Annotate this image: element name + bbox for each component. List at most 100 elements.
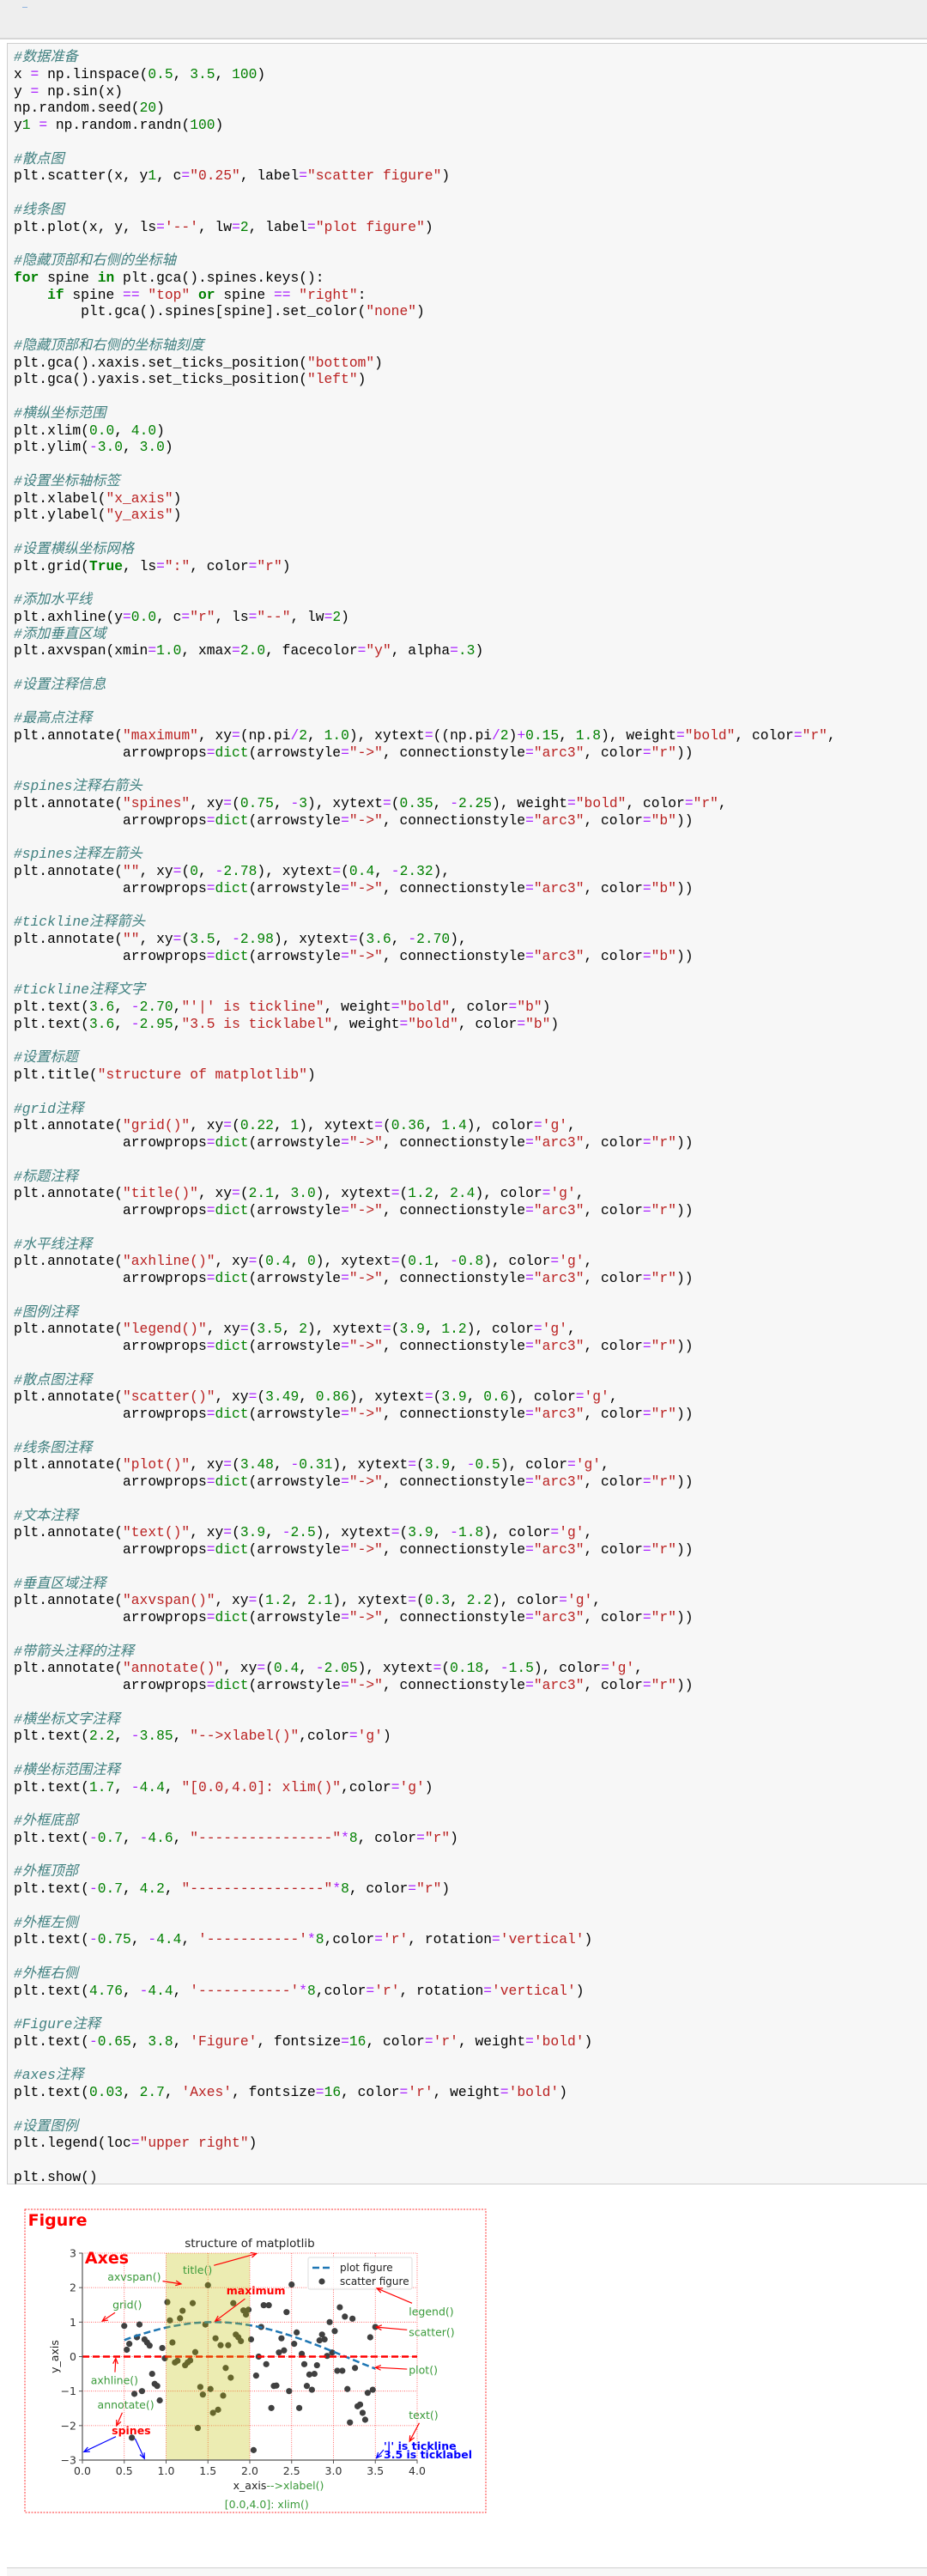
code-line[interactable]: #横坐标文字注释 — [8, 1711, 927, 1728]
code-line[interactable] — [8, 1084, 927, 1101]
code-line[interactable]: #axes注释 — [8, 2067, 927, 2084]
code-line[interactable] — [8, 388, 927, 405]
code-line[interactable]: plt.annotate("plot()", xy=(3.48, -0.31),… — [8, 1456, 927, 1473]
code-line[interactable]: #spines注释左箭头 — [8, 846, 927, 863]
code-line[interactable]: arrowprops=dict(arrowstyle="->", connect… — [8, 880, 927, 897]
code-line[interactable] — [8, 1898, 927, 1915]
code-line[interactable]: plt.annotate("annotate()", xy=(0.4, -2.0… — [8, 1660, 927, 1677]
code-line[interactable]: plt.annotate("", xy=(3.5, -2.98), xytext… — [8, 931, 927, 948]
code-line[interactable] — [8, 1948, 927, 1965]
code-line[interactable]: arrowprops=dict(arrowstyle="->", connect… — [8, 948, 927, 965]
code-line[interactable]: plt.annotate("axvspan()", xy=(1.2, 2.1),… — [8, 1592, 927, 1609]
code-line[interactable]: plt.annotate("maximum", xy=(np.pi/2, 1.0… — [8, 727, 927, 744]
code-line[interactable]: plt.text(1.7, -4.4, "[0.0,4.0]: xlim()",… — [8, 1779, 927, 1796]
code-line[interactable]: plt.ylabel("y_axis") — [8, 507, 927, 524]
code-line[interactable]: #散点图 — [8, 151, 927, 168]
code-line[interactable] — [8, 524, 927, 541]
code-line[interactable]: #隐藏顶部和右侧的坐标轴 — [8, 252, 927, 270]
code-line[interactable] — [8, 1694, 927, 1711]
code-line[interactable] — [8, 1033, 927, 1050]
code-line[interactable]: #tickline注释文字 — [8, 981, 927, 999]
code-line[interactable] — [8, 235, 927, 252]
code-line[interactable]: plt.plot(x, y, ls='--', lw=2, label="plo… — [8, 219, 927, 236]
code-line[interactable]: plt.annotate("scatter()", xy=(3.49, 0.86… — [8, 1388, 927, 1406]
code-line[interactable]: plt.annotate("spines", xy=(0.75, -3), xy… — [8, 795, 927, 812]
code-line[interactable]: #tickline注释箭头 — [8, 914, 927, 931]
code-line[interactable]: plt.text(3.6, -2.70,"'|' is tickline", w… — [8, 999, 927, 1016]
code-line[interactable]: #标题注释 — [8, 1169, 927, 1186]
code-line[interactable]: plt.scatter(x, y1, c="0.25", label="scat… — [8, 167, 927, 185]
code-line[interactable]: arrowprops=dict(arrowstyle="->", connect… — [8, 1541, 927, 1558]
code-line[interactable] — [8, 1491, 927, 1508]
code-line[interactable] — [8, 574, 927, 592]
code-line[interactable]: plt.annotate("title()", xy=(2.1, 3.0), x… — [8, 1185, 927, 1202]
code-line[interactable]: #grid注释 — [8, 1101, 927, 1118]
code-line[interactable]: #设置注释信息 — [8, 677, 927, 694]
code-line[interactable] — [8, 965, 927, 982]
code-line[interactable] — [8, 320, 927, 337]
code-line[interactable]: arrowprops=dict(arrowstyle="->", connect… — [8, 1406, 927, 1423]
code-line[interactable]: arrowprops=dict(arrowstyle="->", connect… — [8, 1473, 927, 1491]
code-line[interactable]: plt.text(0.03, 2.7, 'Axes', fontsize=16,… — [8, 2084, 927, 2101]
code-line[interactable]: #设置图例 — [8, 2118, 927, 2136]
code-line[interactable]: plt.gca().yaxis.set_ticks_position("left… — [8, 371, 927, 388]
code-line[interactable]: #数据准备 — [8, 49, 927, 66]
code-line[interactable]: np.random.seed(20) — [8, 100, 927, 117]
code-line[interactable]: #水平线注释 — [8, 1236, 927, 1254]
code-line[interactable]: #图例注释 — [8, 1304, 927, 1321]
code-line[interactable]: #外框顶部 — [8, 1863, 927, 1880]
code-line[interactable]: arrowprops=dict(arrowstyle="->", connect… — [8, 1202, 927, 1219]
code-line[interactable]: #设置坐标轴标签 — [8, 473, 927, 490]
code-line[interactable]: #垂直区域注释 — [8, 1576, 927, 1593]
code-line[interactable] — [8, 762, 927, 779]
code-line[interactable]: if spine == "top" or spine == "right": — [8, 287, 927, 304]
code-line[interactable] — [8, 1287, 927, 1304]
code-line[interactable] — [8, 1745, 927, 1762]
code-line[interactable]: arrowprops=dict(arrowstyle="->", connect… — [8, 744, 927, 762]
code-line[interactable] — [8, 1219, 927, 1236]
code-line[interactable]: arrowprops=dict(arrowstyle="->", connect… — [8, 1134, 927, 1151]
code-line[interactable]: plt.annotate("", xy=(0, -2.78), xytext=(… — [8, 863, 927, 880]
code-line[interactable]: #spines注释右箭头 — [8, 778, 927, 795]
code-line[interactable] — [8, 1999, 927, 2016]
code-line[interactable] — [8, 185, 927, 202]
code-line[interactable]: plt.annotate("axhline()", xy=(0.4, 0), x… — [8, 1253, 927, 1270]
code-line[interactable]: plt.text(-0.7, 4.2, "----------------"*8… — [8, 1880, 927, 1898]
code-line[interactable] — [8, 1151, 927, 1169]
code-line[interactable]: arrowprops=dict(arrowstyle="->", connect… — [8, 812, 927, 829]
code-line[interactable]: arrowprops=dict(arrowstyle="->", connect… — [8, 1677, 927, 1694]
code-line[interactable] — [8, 829, 927, 847]
code-line[interactable] — [8, 1558, 927, 1576]
code-line[interactable]: #散点图注释 — [8, 1372, 927, 1389]
code-line[interactable]: #设置标题 — [8, 1049, 927, 1066]
code-line[interactable]: plt.xlabel("x_axis") — [8, 490, 927, 507]
code-line[interactable]: #设置横纵坐标网格 — [8, 541, 927, 558]
code-line[interactable]: #线条图 — [8, 202, 927, 219]
code-line[interactable] — [8, 2152, 927, 2169]
code-line[interactable]: y1 = np.random.randn(100) — [8, 117, 927, 134]
code-line[interactable]: plt.grid(True, ls=":", color="r") — [8, 558, 927, 575]
code-line[interactable]: plt.text(3.6, -2.95,"3.5 is ticklabel", … — [8, 1016, 927, 1033]
code-line[interactable]: plt.text(-0.75, -4.4, '-----------'*8,co… — [8, 1931, 927, 1948]
code-line[interactable]: #外框左侧 — [8, 1915, 927, 1932]
code-line[interactable]: #线条图注释 — [8, 1440, 927, 1457]
code-line[interactable]: #横纵坐标范围 — [8, 405, 927, 422]
code-line[interactable]: plt.axhline(y=0.0, c="r", ls="--", lw=2) — [8, 609, 927, 626]
code-line[interactable]: plt.text(-0.7, -4.6, "----------------"*… — [8, 1830, 927, 1847]
code-line[interactable]: #添加水平线 — [8, 592, 927, 609]
code-line[interactable]: #横坐标范围注释 — [8, 1762, 927, 1779]
code-line[interactable]: #文本注释 — [8, 1508, 927, 1525]
code-line[interactable] — [8, 1847, 927, 1864]
code-line[interactable]: #最高点注释 — [8, 710, 927, 727]
code-line[interactable]: plt.axvspan(xmin=1.0, xmax=2.0, facecolo… — [8, 642, 927, 659]
code-line[interactable]: plt.legend(loc="upper right") — [8, 2135, 927, 2152]
code-line[interactable]: plt.gca().spines[spine].set_color("none"… — [8, 303, 927, 320]
code-line[interactable]: plt.annotate("text()", xy=(3.9, -2.5), x… — [8, 1524, 927, 1541]
code-line[interactable]: arrowprops=dict(arrowstyle="->", connect… — [8, 1609, 927, 1626]
code-line[interactable] — [8, 694, 927, 711]
code-line[interactable]: arrowprops=dict(arrowstyle="->", connect… — [8, 1338, 927, 1355]
code-line[interactable]: plt.xlim(0.0, 4.0) — [8, 422, 927, 440]
code-line[interactable]: plt.gca().xaxis.set_ticks_position("bott… — [8, 355, 927, 372]
code-line[interactable]: #Figure注释 — [8, 2016, 927, 2033]
code-line[interactable]: plt.text(2.2, -3.85, "-->xlabel()",color… — [8, 1728, 927, 1745]
